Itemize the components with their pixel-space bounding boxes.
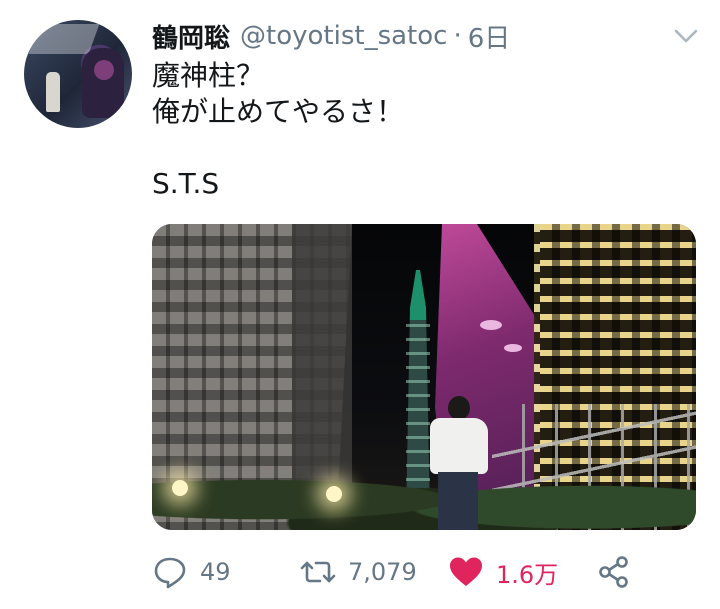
photo-person-head [448, 396, 470, 420]
avatar-light [28, 24, 100, 54]
reply-icon [154, 557, 186, 589]
like-count: 1.6万 [496, 560, 559, 589]
avatar-figure-costume [82, 48, 124, 118]
share-button[interactable] [596, 550, 632, 594]
avatar[interactable] [24, 20, 132, 128]
retweet-icon [300, 561, 336, 583]
reply-button[interactable]: 49 [152, 550, 231, 594]
photo-pillar-eye [480, 320, 502, 330]
heart-icon [450, 557, 482, 586]
tweet-actions: 49 7,079 1.6万 [152, 550, 632, 594]
separator-dot: · [453, 21, 462, 51]
photo-person-shirt [430, 418, 488, 474]
photo-street-lamp [172, 480, 188, 496]
avatar-figure-head [94, 60, 114, 80]
user-handle[interactable]: @toyotist_satoc [240, 21, 447, 51]
photo-pillar-eye [504, 344, 522, 352]
tweet-header: 鶴岡聡 @toyotist_satoc · 6日 [152, 14, 510, 58]
tweet-text: 魔神柱？ 俺が止めてやるさ！ S.T.S [152, 59, 405, 200]
tweet-photo[interactable] [152, 224, 696, 530]
photo-street-lamp [326, 486, 342, 502]
avatar-figure-person [46, 72, 60, 112]
photo-person [424, 396, 494, 530]
chevron-down-icon[interactable] [672, 24, 700, 48]
display-name[interactable]: 鶴岡聡 [152, 18, 230, 55]
timestamp[interactable]: 6日 [468, 18, 511, 55]
retweet-count: 7,079 [348, 558, 417, 586]
reply-count: 49 [200, 558, 231, 586]
share-icon [599, 556, 628, 588]
photo-person-legs [438, 472, 478, 530]
retweet-button[interactable]: 7,079 [300, 550, 417, 594]
like-button[interactable]: 1.6万 [448, 550, 558, 594]
